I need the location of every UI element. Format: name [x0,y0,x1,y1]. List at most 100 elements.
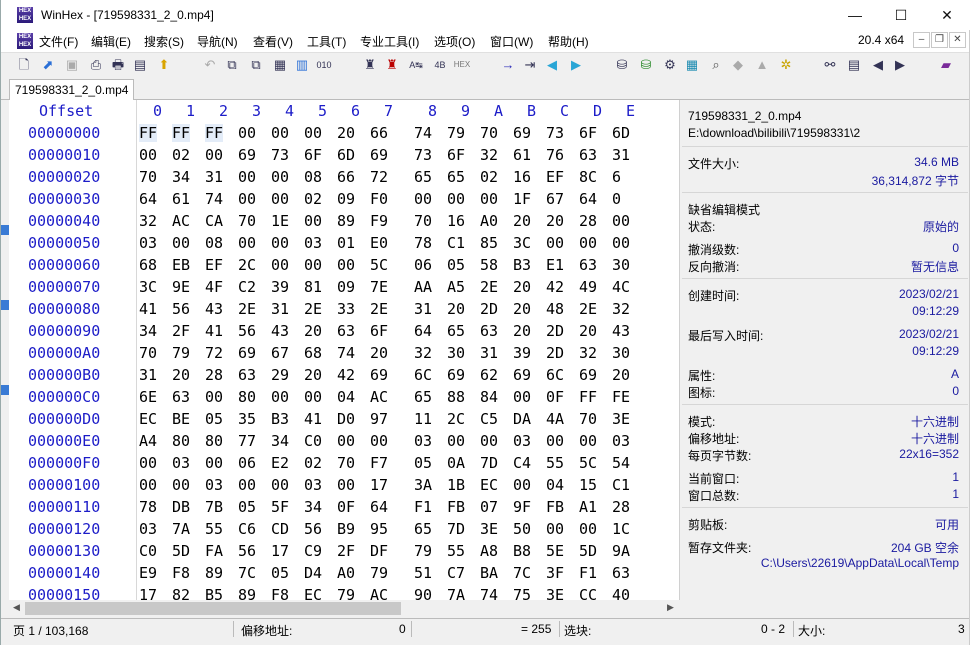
hex-byte[interactable]: 80 [238,388,256,406]
hex-byte[interactable]: FF [172,124,191,142]
hex-byte[interactable]: 03 [612,432,630,450]
hex-byte[interactable]: E9 [139,564,157,582]
hex-byte[interactable]: C1 [447,234,465,252]
hex-byte[interactable]: C0 [304,432,322,450]
hex-byte[interactable]: 00 [480,432,498,450]
hex-byte[interactable]: 1B [447,476,465,494]
hex-byte[interactable]: 70 [139,344,157,362]
hex-byte[interactable]: C2 [238,278,256,296]
hex-byte[interactable]: 00 [238,168,256,186]
hex-byte[interactable]: FE [612,388,630,406]
hex-byte[interactable]: BA [480,564,498,582]
hex-byte[interactable]: 15 [579,476,597,494]
hex-byte[interactable]: 1E [271,212,289,230]
hex-byte[interactable]: 49 [579,278,597,296]
hex-byte[interactable]: 70 [238,212,256,230]
hex-byte[interactable]: 31 [205,168,223,186]
hex-byte[interactable]: 32 [612,300,630,318]
hex-byte[interactable]: 69 [579,366,597,384]
hex-byte[interactable]: 35 [238,410,256,428]
hex-byte[interactable]: 34 [172,168,190,186]
save-all-icon[interactable]: ⎙ [87,56,105,74]
hex-byte[interactable]: 16 [447,212,465,230]
hex-byte[interactable]: 42 [546,278,564,296]
hex-byte[interactable]: 03 [172,454,190,472]
hex-byte[interactable]: FF [205,124,224,142]
hex-byte[interactable]: EC [304,586,322,600]
hex-byte[interactable]: 32 [480,146,498,164]
hex-byte[interactable]: 7A [172,520,190,538]
hex-byte[interactable]: 70 [480,124,498,142]
hex-byte[interactable]: 64 [414,322,432,340]
hex-byte[interactable]: 00 [271,256,289,274]
open-file-icon[interactable]: ⬈ [39,56,57,74]
hex-byte[interactable]: 05 [271,564,289,582]
hex-byte[interactable]: 5D [172,542,190,560]
hex-byte[interactable]: 20 [337,124,355,142]
menu-edit[interactable]: 编辑(E) [91,33,131,50]
hex-byte[interactable]: 79 [337,586,355,600]
hex-byte[interactable]: 66 [370,124,388,142]
hex-byte[interactable]: AC [172,212,190,230]
hex-byte[interactable]: 00 [546,234,564,252]
hex-byte[interactable]: C4 [513,454,531,472]
hex-byte[interactable]: 6F [304,146,322,164]
row-offset[interactable]: 000000C0 [28,388,100,406]
hex-byte[interactable]: 69 [238,146,256,164]
hex-byte[interactable]: 00 [172,234,190,252]
hex-byte[interactable]: FB [447,498,465,516]
hex-byte[interactable]: 00 [205,388,223,406]
hex-byte[interactable]: 00 [370,432,388,450]
hex-byte[interactable]: 03 [304,234,322,252]
hex-byte[interactable]: AC [370,388,388,406]
hex-byte[interactable]: 63 [612,564,630,582]
hex-byte[interactable]: F8 [172,564,190,582]
hex-byte[interactable]: EF [546,168,564,186]
hex-byte[interactable]: 00 [238,234,256,252]
hex-byte[interactable]: 02 [304,190,322,208]
hex-byte[interactable]: 03 [205,476,223,494]
hex-byte[interactable]: 00 [447,432,465,450]
hex-byte[interactable]: 03 [304,476,322,494]
hex-byte[interactable]: 79 [370,564,388,582]
hex-byte[interactable]: 34 [271,432,289,450]
hex-byte[interactable]: 34 [304,498,322,516]
row-offset[interactable]: 00000100 [28,476,100,494]
row-offset[interactable]: 00000130 [28,542,100,560]
row-offset[interactable]: 00000150 [28,586,100,600]
open-ram-icon[interactable]: ⛁ [637,56,655,74]
hex-byte[interactable]: 95 [370,520,388,538]
hex-byte[interactable]: 20 [513,322,531,340]
hex-byte[interactable]: 2D [480,300,498,318]
hex-byte[interactable]: 00 [304,212,322,230]
hex-byte[interactable]: 63 [579,256,597,274]
hex-byte[interactable]: 31 [271,300,289,318]
hex-byte[interactable]: 1F [513,190,531,208]
row-offset[interactable]: 00000090 [28,322,100,340]
hex-byte[interactable]: 00 [205,146,223,164]
disk-tools-icon[interactable]: ⚙ [661,56,679,74]
hex-byte[interactable]: 68 [139,256,157,274]
hex-byte[interactable]: 32 [414,344,432,362]
hex-byte[interactable]: 6 [612,168,621,186]
hex-byte[interactable]: 73 [546,124,564,142]
hex-byte[interactable]: 54 [612,454,630,472]
hex-byte[interactable]: C9 [304,542,322,560]
new-file-icon[interactable]: 🗋 [15,56,33,74]
row-offset[interactable]: 00000110 [28,498,100,516]
hex-byte[interactable]: F1 [414,498,432,516]
save-icon[interactable]: ▣ [63,56,81,74]
hex-byte[interactable]: 42 [337,366,355,384]
hex-byte[interactable]: 41 [304,410,322,428]
hex-byte[interactable]: 69 [370,146,388,164]
hex-byte[interactable]: 8C [579,168,597,186]
print-icon[interactable]: 🖶 [109,56,127,74]
hex-byte[interactable]: 2E [370,300,388,318]
forward-arrow-icon[interactable]: ▶ [567,56,585,74]
hex-byte[interactable]: F9 [370,212,388,230]
hex-byte[interactable]: C7 [447,564,465,582]
hex-byte[interactable]: 17 [370,476,388,494]
hex-byte[interactable]: 70 [337,454,355,472]
row-offset[interactable]: 000000A0 [28,344,100,362]
hex-byte[interactable]: 76 [546,146,564,164]
